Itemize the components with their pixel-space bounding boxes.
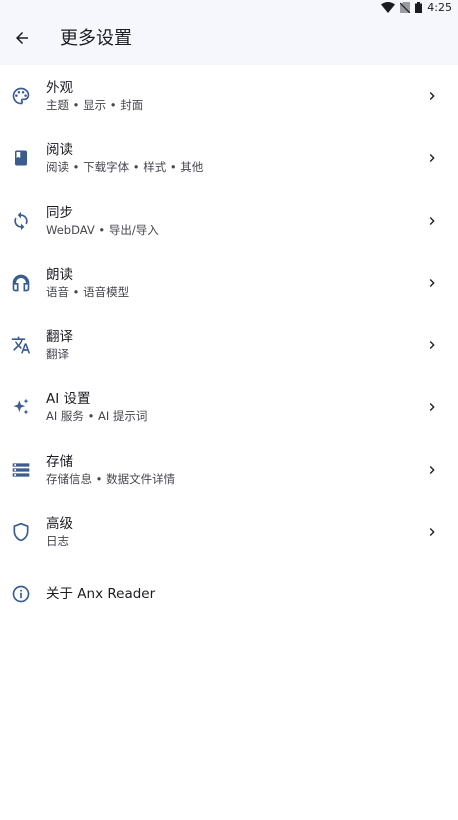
chevron-right-icon: [424, 337, 440, 353]
chevron-right-icon: [424, 150, 440, 166]
book-icon: [10, 147, 32, 169]
settings-item-subtitle: 翻译: [46, 347, 69, 362]
settings-item-label: 高级: [46, 516, 73, 533]
info-icon: [10, 583, 32, 605]
translate-icon: [10, 334, 32, 356]
settings-item-label: 朗读: [46, 266, 73, 283]
shield-icon: [10, 521, 32, 543]
storage-icon: [10, 459, 32, 481]
arrow-back-icon: [13, 29, 31, 51]
settings-item-subtitle: 主题 • 显示 • 封面: [46, 98, 144, 112]
settings-item-about[interactable]: 关于 Anx Reader: [0, 563, 458, 625]
settings-item-subtitle: 阅读 • 下载字体 • 样式 • 其他: [46, 160, 204, 175]
settings-item-label: 关于 Anx Reader: [46, 586, 156, 603]
chevron-right-icon: [424, 213, 440, 229]
app-bar: 更多设置: [0, 14, 458, 65]
headphones-icon: [10, 272, 32, 294]
settings-item-tts[interactable]: 朗读 语音 • 语音模型: [0, 252, 458, 314]
settings-item-translate[interactable]: 翻译 翻译: [0, 314, 458, 376]
settings-item-label: 同步: [46, 204, 73, 221]
settings-item-appearance[interactable]: 外观 主题 • 显示 • 封面: [0, 65, 458, 127]
sparkle-icon: [10, 396, 32, 418]
sync-icon: [10, 210, 32, 232]
settings-item-label: 翻译: [46, 329, 73, 346]
settings-item-ai[interactable]: AI 设置 AI 服务 • AI 提示词: [0, 376, 458, 438]
settings-item-subtitle: WebDAV • 导出/导入: [46, 222, 159, 237]
settings-item-advanced[interactable]: 高级 日志: [0, 501, 458, 563]
wifi-icon: [381, 1, 396, 13]
status-time: 4:25: [427, 0, 452, 14]
battery-icon: [415, 1, 423, 13]
status-bar: 4:25: [0, 0, 458, 14]
settings-item-subtitle: 存储信息 • 数据文件详情: [46, 471, 176, 486]
settings-item-label: AI 设置: [46, 391, 91, 408]
page-title: 更多设置: [60, 28, 132, 49]
chevron-right-icon: [424, 88, 440, 104]
settings-item-reading[interactable]: 阅读 阅读 • 下载字体 • 样式 • 其他: [0, 127, 458, 189]
settings-item-sync[interactable]: 同步 WebDAV • 导出/导入: [0, 190, 458, 252]
chevron-right-icon: [424, 399, 440, 415]
palette-icon: [10, 85, 32, 107]
settings-item-storage[interactable]: 存储 存储信息 • 数据文件详情: [0, 439, 458, 501]
settings-item-subtitle: AI 服务 • AI 提示词: [46, 409, 148, 424]
settings-item-label: 存储: [46, 453, 73, 470]
no-sim-icon: [400, 1, 411, 13]
settings-item-subtitle: 日志: [46, 534, 69, 549]
settings-item-label: 阅读: [46, 142, 73, 159]
back-button[interactable]: [8, 26, 36, 54]
chevron-right-icon: [424, 275, 440, 291]
settings-list: 外观 主题 • 显示 • 封面 阅读 阅读 • 下载字体 • 样式 • 其他 同…: [0, 65, 458, 626]
chevron-right-icon: [424, 524, 440, 540]
chevron-right-icon: [424, 462, 440, 478]
settings-item-label: 外观: [46, 80, 73, 96]
settings-item-subtitle: 语音 • 语音模型: [46, 284, 130, 299]
